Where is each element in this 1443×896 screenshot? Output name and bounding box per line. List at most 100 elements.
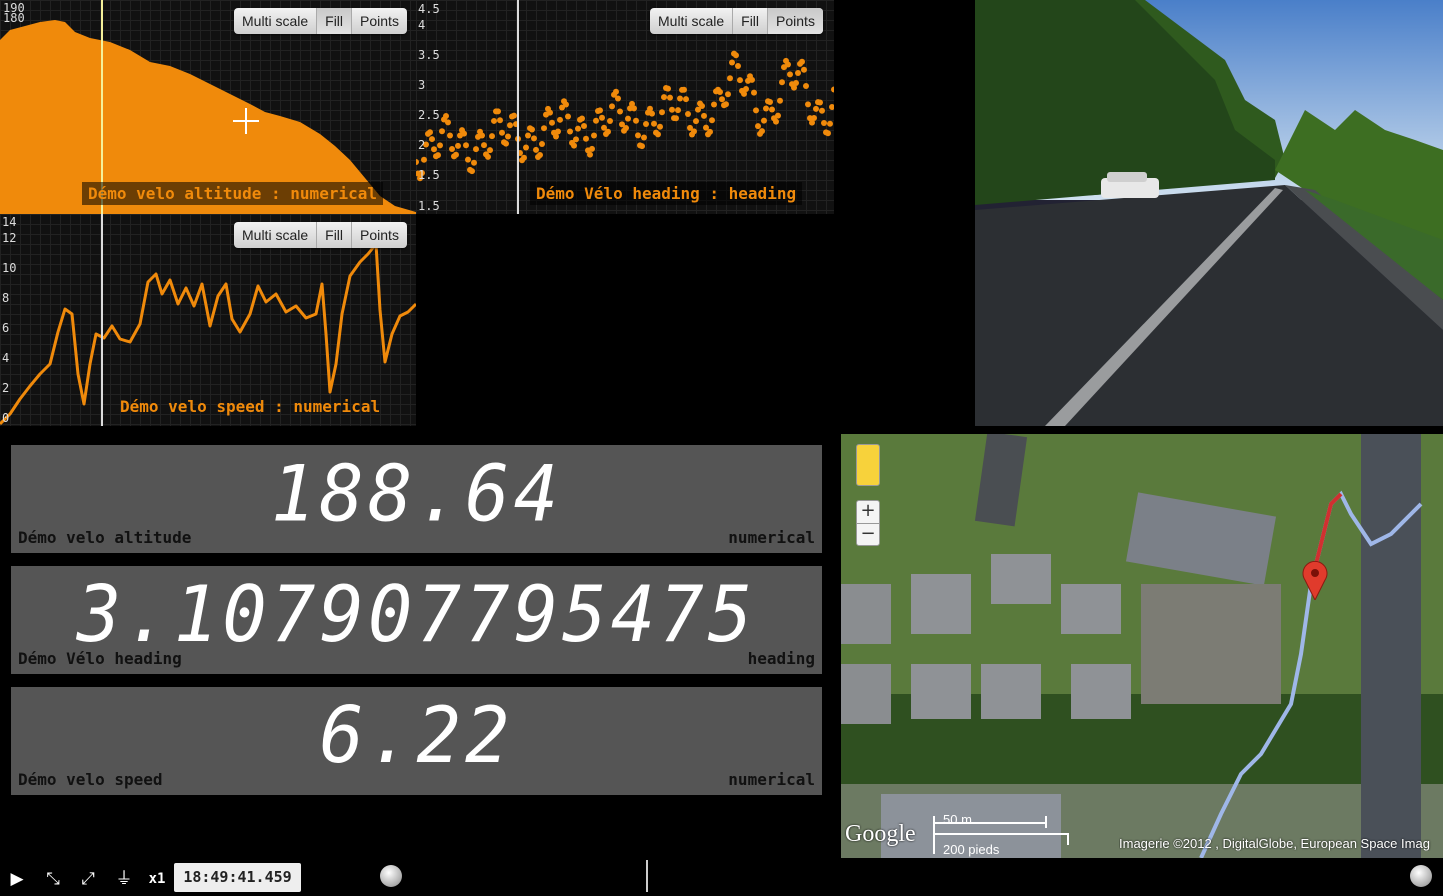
heading-point bbox=[749, 76, 755, 83]
heading-point bbox=[633, 117, 639, 124]
heading-point bbox=[635, 132, 641, 139]
playhead-line[interactable] bbox=[101, 214, 103, 426]
y-tick: 2 bbox=[2, 381, 10, 395]
heading-point bbox=[591, 132, 597, 139]
heading-point bbox=[529, 126, 535, 133]
heading-point bbox=[729, 59, 735, 66]
heading-point bbox=[727, 75, 733, 82]
playhead-line[interactable] bbox=[517, 0, 519, 214]
heading-point bbox=[421, 156, 427, 163]
heading-point bbox=[677, 95, 683, 102]
map-view[interactable]: + − Google 50 m 200 pieds Imagerie ©2012… bbox=[841, 434, 1443, 858]
scale-meters: 50 m bbox=[943, 812, 972, 827]
current-time: 18:49:41.459 bbox=[174, 863, 301, 892]
scale-bar: 50 m 200 pieds bbox=[933, 812, 1069, 857]
playback-speed[interactable]: x1 bbox=[146, 868, 168, 890]
heading-point bbox=[443, 112, 449, 119]
expand-icon[interactable]: ⤢ bbox=[77, 868, 99, 890]
readout-unit: numerical bbox=[728, 528, 815, 547]
heading-point bbox=[589, 145, 595, 152]
speed-chart-toolbar: Multi scale Fill Points bbox=[234, 222, 407, 248]
heading-point bbox=[803, 82, 809, 89]
heading-point bbox=[533, 146, 539, 153]
heading-point bbox=[811, 114, 817, 121]
heading-point bbox=[567, 128, 573, 135]
heading-point bbox=[416, 159, 419, 165]
readout-unit: heading bbox=[747, 649, 815, 668]
readout-value: 6.22 bbox=[319, 690, 514, 782]
pegman-icon[interactable] bbox=[856, 444, 880, 486]
heading-point bbox=[655, 131, 661, 138]
heading-point bbox=[723, 101, 729, 108]
heading-point bbox=[593, 117, 599, 124]
heading-point bbox=[643, 121, 649, 128]
timeline-playhead[interactable] bbox=[646, 860, 648, 892]
heading-point bbox=[751, 89, 757, 96]
heading-point bbox=[753, 107, 759, 114]
heading-point bbox=[623, 125, 629, 132]
shrink-icon[interactable]: ⤡ bbox=[42, 868, 64, 890]
heading-point bbox=[719, 96, 725, 103]
y-tick: 12 bbox=[2, 231, 17, 245]
heading-point bbox=[581, 122, 587, 129]
points-button[interactable]: Points bbox=[768, 8, 823, 34]
multi-scale-button[interactable]: Multi scale bbox=[234, 222, 318, 248]
timeline-end-knob[interactable] bbox=[1410, 865, 1432, 887]
heading-point bbox=[439, 128, 445, 135]
readout-heading: 3.107907795475 Démo Vélo heading heading bbox=[11, 566, 822, 674]
heading-point bbox=[683, 96, 689, 103]
fill-button[interactable]: Fill bbox=[317, 222, 353, 248]
heading-point bbox=[485, 153, 491, 160]
heading-point bbox=[507, 122, 513, 129]
heading-point bbox=[465, 156, 471, 163]
filter-icon[interactable]: ⏚ bbox=[113, 868, 135, 890]
fill-button[interactable]: Fill bbox=[733, 8, 769, 34]
points-button[interactable]: Points bbox=[352, 8, 407, 34]
heading-point bbox=[549, 119, 555, 126]
heading-point bbox=[505, 133, 511, 140]
multi-scale-button[interactable]: Multi scale bbox=[650, 8, 734, 34]
zoom-out-button[interactable]: − bbox=[857, 524, 879, 545]
fill-button[interactable]: Fill bbox=[317, 8, 353, 34]
heading-point bbox=[699, 103, 705, 110]
y-tick: 10 bbox=[2, 261, 17, 275]
heading-point bbox=[793, 79, 799, 86]
scale-feet: 200 pieds bbox=[943, 842, 1000, 857]
readout-value: 3.107907795475 bbox=[76, 569, 757, 661]
multi-scale-button[interactable]: Multi scale bbox=[234, 8, 318, 34]
points-button[interactable]: Points bbox=[352, 222, 407, 248]
y-tick: 1.5 bbox=[418, 168, 440, 182]
y-tick: 4 bbox=[418, 18, 426, 32]
heading-chart[interactable]: 4.5 4 3.5 3 2.5 2 1.5 1.5 Multi scale Fi… bbox=[416, 0, 834, 214]
video-view[interactable] bbox=[975, 0, 1443, 426]
heading-point bbox=[669, 106, 675, 113]
heading-point bbox=[469, 168, 475, 175]
heading-point bbox=[565, 113, 571, 120]
location-marker-icon[interactable] bbox=[1302, 560, 1328, 602]
readout-name: Démo velo altitude bbox=[18, 528, 192, 547]
heading-point bbox=[651, 120, 657, 127]
heading-point bbox=[453, 151, 459, 158]
timeline-start-knob[interactable] bbox=[380, 865, 402, 887]
altitude-chart[interactable]: 190 180 Multi scale Fill Points Démo vel… bbox=[0, 0, 416, 214]
y-tick: 4.5 bbox=[418, 2, 440, 16]
heading-point bbox=[429, 136, 435, 143]
heading-point bbox=[831, 86, 834, 93]
video-frame-image bbox=[975, 0, 1443, 426]
heading-point bbox=[631, 105, 637, 112]
heading-point bbox=[825, 130, 831, 137]
y-tick: 6 bbox=[2, 321, 10, 335]
heading-point bbox=[615, 95, 621, 102]
heading-point bbox=[711, 101, 717, 108]
heading-point bbox=[817, 99, 823, 106]
heading-point bbox=[763, 105, 769, 112]
transport-bar: ▶ ⤡ ⤢ ⏚ x1 18:49:41.459 bbox=[0, 860, 1443, 896]
play-icon[interactable]: ▶ bbox=[6, 868, 28, 890]
y-tick: 4 bbox=[2, 351, 10, 365]
heading-point bbox=[489, 133, 495, 140]
speed-chart[interactable]: 14 12 10 8 6 4 2 0 Multi scale Fill Poin… bbox=[0, 214, 416, 426]
heading-point bbox=[829, 103, 834, 110]
heading-point bbox=[773, 118, 779, 125]
heading-point bbox=[587, 151, 593, 158]
zoom-in-button[interactable]: + bbox=[857, 501, 879, 524]
